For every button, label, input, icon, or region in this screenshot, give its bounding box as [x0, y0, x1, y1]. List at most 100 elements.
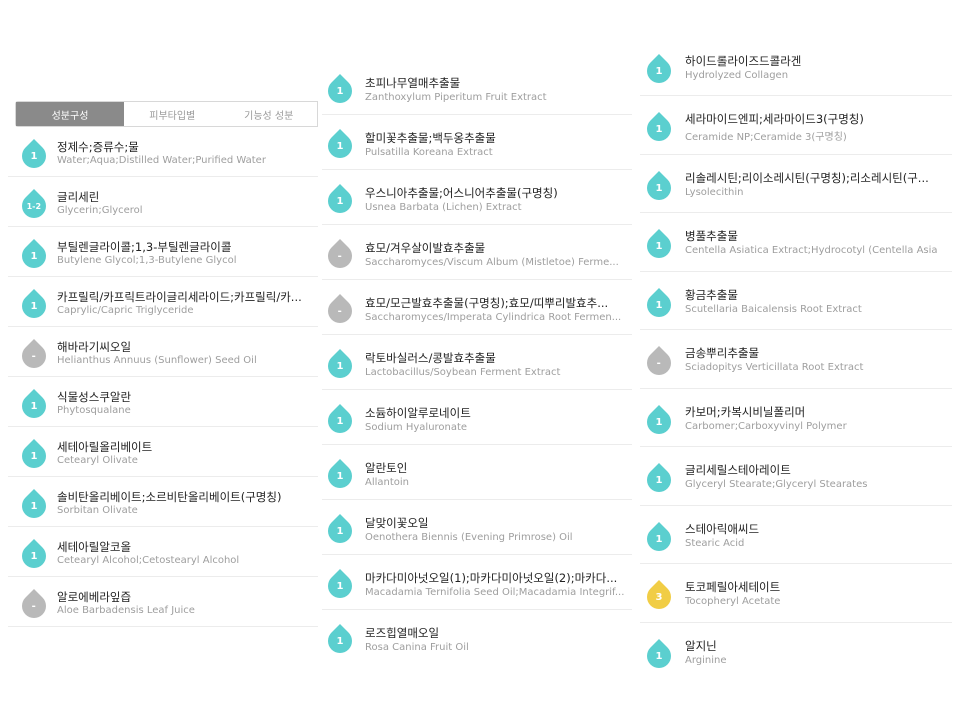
safety-grade-drop-icon: -: [323, 294, 357, 328]
ingredient-english-name: Saccharomyces/Viscum Album (Mistletoe) F…: [365, 257, 619, 268]
ingredient-panel-2: 1 초피나무열매추출물 Zanthoxylum Piperitum Fruit Ex…: [322, 60, 632, 654]
ingredient-korean-name: 카보머;카복시비닐폴리머: [685, 404, 806, 419]
safety-grade-label: -: [31, 600, 37, 612]
ingredient-english-name: Tocopheryl Acetate: [685, 596, 781, 607]
safety-grade-label: 1: [30, 550, 38, 562]
ingredient-row[interactable]: 1 우스니아추출물;어스니어추출물(구명칭) Usnea Barbata (Lich…: [322, 170, 632, 225]
ingredient-row[interactable]: - 효모/겨우살이발효추출물 Saccharomyces/Viscum Album …: [322, 225, 632, 280]
ingredient-english-name: Cetearyl Olivate: [57, 455, 138, 466]
ingredient-english-name: Arginine: [685, 654, 727, 666]
ingredient-row[interactable]: 1 카프릴릭/카프릭트라이글리세라이드;카프릴릭/카... Caprylic/Cap…: [8, 277, 318, 327]
ingredient-list-3: 1 하이드롤라이즈드콜라겐 Hydrolyzed Collagen 1 세라마이드엔피;…: [640, 38, 952, 678]
ingredient-korean-name: 알란토인: [365, 461, 408, 475]
ingredient-row[interactable]: 1 세테아릴올리베이트 Cetearyl Olivate: [8, 427, 318, 477]
ingredient-english-name: Butylene Glycol;1,3-Butylene Glycol: [57, 255, 237, 266]
safety-grade-drop-icon: 1: [642, 229, 676, 263]
ingredient-english-name: Sorbitan Olivate: [57, 505, 138, 516]
tab-functional-ingredients[interactable]: 기능성 성분: [221, 102, 318, 126]
safety-grade-drop-icon: 1: [642, 404, 676, 439]
ingredient-row[interactable]: 1 알지닌 Arginine: [640, 623, 952, 679]
safety-grade-drop-icon: 1: [17, 439, 51, 473]
ingredient-row[interactable]: 1 로즈힙열매오일 Rosa Canina Fruit Oil: [322, 610, 632, 654]
safety-grade-label: 1: [30, 150, 38, 162]
safety-grade-label: 1: [336, 360, 344, 372]
ingredient-korean-name: 세테아릴알코올: [57, 540, 132, 554]
ingredient-korean-name: 스테아릭애씨드: [685, 521, 760, 536]
ingredient-korean-name: 금송뿌리추출물: [685, 346, 760, 360]
ingredient-row[interactable]: 1 소듐하이알루로네이트 Sodium Hyaluronate: [322, 390, 632, 445]
tab-bar: 성분구성 피부타입별 기능성 성분: [15, 101, 318, 127]
tab-ingredient-composition[interactable]: 성분구성: [16, 102, 124, 126]
ingredient-row[interactable]: 1 달맞이꽃오일 Oenothera Biennis (Evening Primro…: [322, 500, 632, 555]
ingredient-row[interactable]: 1 마카다미아넛오일(1);마카다미아넛오일(2);마카다... Macadamia…: [322, 555, 632, 610]
ingredient-row[interactable]: 1 식물성스쿠알란 Phytosqualane: [8, 377, 318, 427]
ingredient-korean-name: 병풀추출물: [685, 229, 738, 243]
ingredient-korean-name: 정제수;증류수;물: [57, 140, 139, 154]
ingredient-row[interactable]: 1-2 글리세린 Glycerin;Glycerol: [8, 177, 318, 227]
ingredient-korean-name: 식물성스쿠알란: [57, 390, 132, 404]
safety-grade-label: 1: [336, 85, 344, 97]
ingredient-row[interactable]: 1 할미꽃추출물;백두옹추출물 Pulsatilla Koreana Extract: [322, 115, 632, 170]
ingredient-row[interactable]: 1 스테아릭애씨드 Stearic Acid: [640, 506, 952, 564]
safety-grade-label: 1: [30, 500, 38, 512]
ingredient-row[interactable]: - 알로에베라잎즙 Aloe Barbadensis Leaf Juice: [8, 577, 318, 627]
ingredient-korean-name: 소듐하이알루로네이트: [365, 406, 471, 420]
ingredient-english-name: Glycerin;Glycerol: [57, 205, 143, 216]
ingredient-korean-name: 솔비탄올리베이트;소르비탄올리베이트(구명칭): [57, 490, 282, 504]
ingredient-row[interactable]: - 금송뿌리추출물 Sciadopitys Verticillata Root Ex…: [640, 330, 952, 389]
safety-grade-label: 1: [655, 65, 663, 77]
ingredient-korean-name: 효모/모근발효추출물(구명칭);효모/띠뿌리발효추...: [365, 296, 609, 310]
safety-grade-drop-icon: 1: [642, 521, 676, 556]
ingredient-row[interactable]: 1 초피나무열매추출물 Zanthoxylum Piperitum Fruit Ex…: [322, 60, 632, 115]
ingredient-english-name: Zanthoxylum Piperitum Fruit Extract: [365, 92, 547, 103]
ingredient-row[interactable]: 1 솔비탄올리베이트;소르비탄올리베이트(구명칭) Sorbitan Olivate: [8, 477, 318, 527]
ingredient-row[interactable]: 1 부틸렌글라이콜;1,3-부틸렌글라이콜 Butylene Glycol;1,3-…: [8, 227, 318, 277]
safety-grade-label: 1: [30, 400, 38, 412]
safety-grade-drop-icon: 1: [323, 624, 357, 654]
safety-grade-drop-icon: 1: [323, 514, 357, 548]
ingredient-row[interactable]: - 효모/모근발효추출물(구명칭);효모/띠뿌리발효추... Saccharomyc…: [322, 280, 632, 335]
ingredient-korean-name: 해바라기씨오일: [57, 340, 132, 354]
safety-grade-label: -: [656, 357, 662, 369]
ingredient-english-name: Pulsatilla Koreana Extract: [365, 147, 493, 158]
ingredient-row[interactable]: 3 토코페릴아세테이트 Tocopheryl Acetate: [640, 564, 952, 623]
ingredient-row[interactable]: 1 글리세릴스테아레이트 Glyceryl Stearate;Glyceryl St…: [640, 447, 952, 506]
ingredient-row[interactable]: - 해바라기씨오일 Helianthus Annuus (Sunflower) Se…: [8, 327, 318, 377]
ingredient-row[interactable]: 1 병풀추출물 Centella Asiatica Extract;Hydrocot…: [640, 213, 952, 272]
safety-grade-label: -: [31, 350, 37, 362]
safety-grade-drop-icon: 1: [323, 74, 357, 108]
safety-grade-drop-icon: 1: [17, 389, 51, 423]
ingredient-english-name: Caprylic/Capric Triglyceride: [57, 305, 194, 316]
safety-grade-label: 1: [336, 195, 344, 207]
ingredient-row[interactable]: 1 카보머;카복시비닐폴리머 Carbomer;Carboxyvinyl Polym…: [640, 389, 952, 447]
ingredient-english-name: Phytosqualane: [57, 405, 131, 416]
safety-grade-label: 3: [655, 591, 663, 603]
ingredient-row[interactable]: 1 정제수;증류수;물 Water;Aqua;Distilled Water;Pur…: [8, 127, 318, 177]
safety-grade-drop-icon: -: [17, 589, 51, 623]
ingredient-row[interactable]: 1 알란토인 Allantoin: [322, 445, 632, 500]
ingredient-row[interactable]: 1 세라마이드엔피;세라마이드3(구명칭) Ceramide NP;Ceramide…: [640, 96, 952, 155]
ingredient-korean-name: 초피나무열매추출물: [365, 76, 461, 90]
ingredient-korean-name: 락토바실러스/콩발효추출물: [365, 351, 496, 365]
safety-grade-drop-icon: 1: [323, 404, 357, 438]
ingredient-row[interactable]: 1 락토바실러스/콩발효추출물 Lactobacillus/Soybean Ferm…: [322, 335, 632, 390]
safety-grade-drop-icon: 1: [323, 459, 357, 493]
safety-grade-drop-icon: 1: [17, 239, 51, 273]
ingredient-row[interactable]: 1 하이드롤라이즈드콜라겐 Hydrolyzed Collagen: [640, 38, 952, 96]
ingredient-panel-1: 성분구성 피부타입별 기능성 성분 1 정제수;증류수;물 Water;Aqua;D…: [8, 101, 318, 631]
ingredient-row[interactable]: 1 세테아릴알코올 Cetearyl Alcohol;Cetostearyl Alc…: [8, 527, 318, 577]
ingredient-korean-name: 마카다미아넛오일(1);마카다미아넛오일(2);마카다...: [365, 571, 618, 585]
ingredient-english-name: Sciadopitys Verticillata Root Extract: [685, 362, 864, 373]
ingredient-list-2: 1 초피나무열매추출물 Zanthoxylum Piperitum Fruit Ex…: [322, 60, 632, 654]
tab-skin-type[interactable]: 피부타입별: [124, 102, 221, 126]
ingredient-row[interactable]: 1 황금추출물 Scutellaria Baicalensis Root Extra…: [640, 272, 952, 330]
ingredient-english-name: Allantoin: [365, 477, 410, 488]
ingredient-row[interactable]: 1 리솔레시틴;리이소레시틴(구명칭);리소레시틴(구... Lysolecithi…: [640, 155, 952, 213]
ingredient-english-name: Macadamia Ternifolia Seed Oil;Macadamia …: [365, 587, 625, 598]
ingredient-korean-name: 효모/겨우살이발효추출물: [365, 241, 486, 255]
safety-grade-drop-icon: 1: [642, 112, 676, 146]
ingredient-korean-name: 알지닌: [685, 638, 717, 653]
safety-grade-drop-icon: 1: [642, 638, 676, 673]
ingredient-english-name: Stearic Acid: [685, 537, 745, 549]
ingredient-english-name: Lactobacillus/Soybean Ferment Extract: [365, 367, 561, 378]
